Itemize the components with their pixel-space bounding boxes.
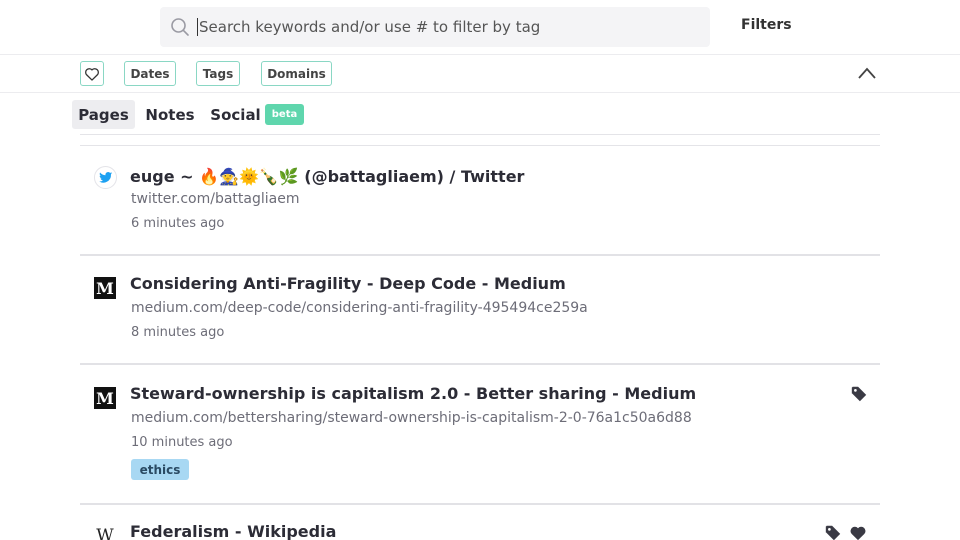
results-top-divider xyxy=(80,134,880,135)
tag-icon[interactable] xyxy=(824,524,842,540)
result-time: 6 minutes ago xyxy=(131,216,225,231)
filter-divider xyxy=(0,92,960,93)
result-divider xyxy=(80,503,880,505)
search-bar xyxy=(160,7,710,47)
favorites-filter-button[interactable] xyxy=(80,61,104,86)
result-title[interactable]: Considering Anti-Fragility - Deep Code -… xyxy=(130,274,566,293)
dates-filter-button[interactable]: Dates xyxy=(124,61,176,86)
result-time: 10 minutes ago xyxy=(131,435,233,450)
wikipedia-icon: W xyxy=(96,526,114,540)
result-divider xyxy=(80,254,880,256)
search-icon xyxy=(171,18,189,36)
header-divider xyxy=(0,54,960,55)
result-url: medium.com/deep-code/considering-anti-fr… xyxy=(131,300,588,316)
tab-pages[interactable]: Pages xyxy=(72,100,135,129)
result-title[interactable]: Steward-ownership is capitalism 2.0 - Be… xyxy=(130,384,696,403)
result-divider xyxy=(80,145,880,146)
tab-notes[interactable]: Notes xyxy=(142,100,198,129)
chevron-up-icon[interactable] xyxy=(857,65,877,81)
search-input[interactable] xyxy=(197,18,697,36)
domains-filter-button[interactable]: Domains xyxy=(261,61,332,86)
result-divider xyxy=(80,363,880,365)
heart-outline-icon xyxy=(85,67,99,81)
result-url: twitter.com/battagliaem xyxy=(131,191,300,207)
tags-filter-button[interactable]: Tags xyxy=(196,61,240,86)
filters-button[interactable]: Filters xyxy=(741,17,792,33)
medium-icon: M xyxy=(94,387,116,409)
result-time: 8 minutes ago xyxy=(131,325,225,340)
beta-badge: beta xyxy=(265,104,304,125)
heart-icon[interactable] xyxy=(849,524,867,540)
result-url: medium.com/bettersharing/steward-ownersh… xyxy=(131,410,692,426)
result-title[interactable]: euge ~ 🔥🧙🌞🍾🌿 (@battagliaem) / Twitter xyxy=(130,167,524,186)
twitter-bird-icon xyxy=(94,166,117,189)
tag-chip-ethics[interactable]: ethics xyxy=(131,459,189,480)
medium-icon: M xyxy=(94,277,116,299)
tag-icon[interactable] xyxy=(850,385,868,403)
tab-social[interactable]: Social xyxy=(207,100,264,129)
result-title[interactable]: Federalism - Wikipedia xyxy=(130,522,336,540)
